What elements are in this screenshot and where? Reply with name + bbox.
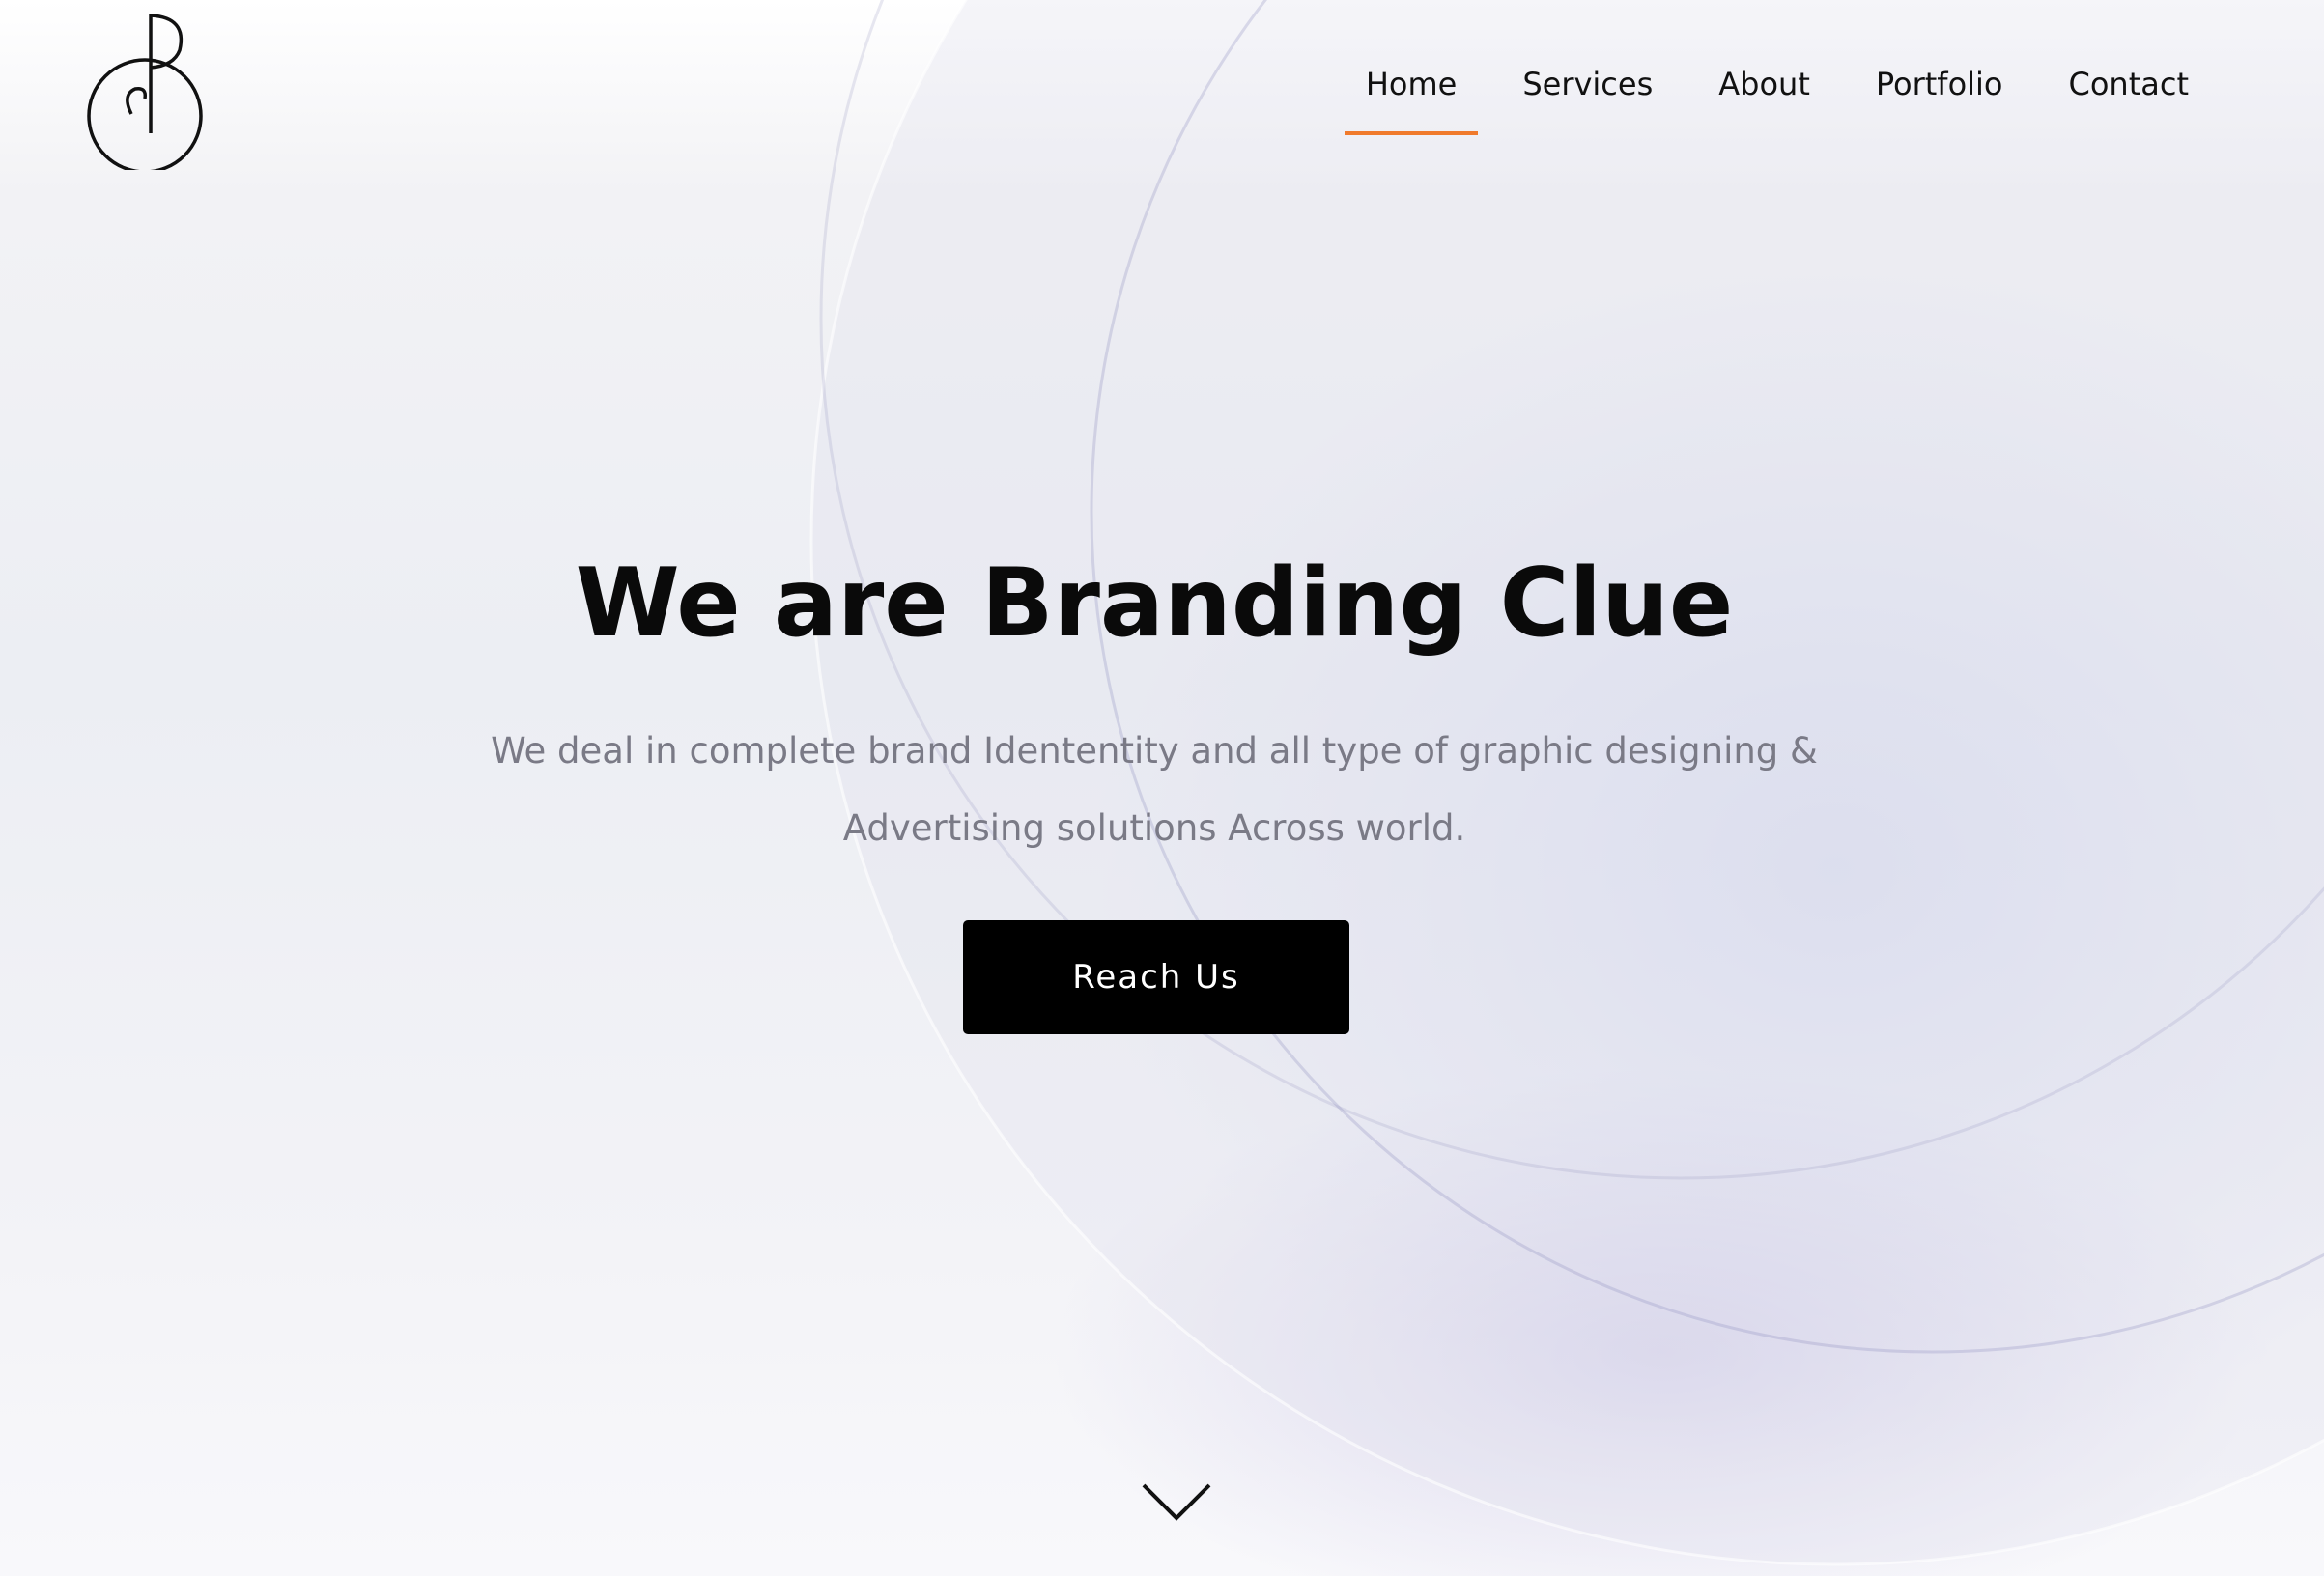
hero-subtitle: We deal in complete brand Idententity an… (0, 713, 2309, 867)
reach-us-button[interactable]: Reach Us (963, 920, 1349, 1034)
nav-item-portfolio[interactable]: Portfolio (1855, 66, 2025, 135)
hero-title: We are Branding Clue (575, 549, 1734, 659)
main-nav: Home Services About Portfolio Contact (1321, 66, 2210, 135)
nav-item-contact[interactable]: Contact (2048, 66, 2211, 135)
cb-monogram-logo-icon (87, 14, 203, 174)
nav-item-about[interactable]: About (1697, 66, 1831, 135)
hero-subtitle-line-1: We deal in complete brand Idententity an… (491, 730, 1818, 772)
nav-item-home[interactable]: Home (1344, 66, 1479, 135)
brand-logo[interactable] (83, 10, 211, 174)
scroll-down-button[interactable] (1140, 1479, 1213, 1526)
nav-item-services[interactable]: Services (1501, 66, 1674, 135)
hero-subtitle-line-2: Advertising solutions Across world. (842, 807, 1466, 849)
chevron-down-icon (1142, 1483, 1211, 1521)
